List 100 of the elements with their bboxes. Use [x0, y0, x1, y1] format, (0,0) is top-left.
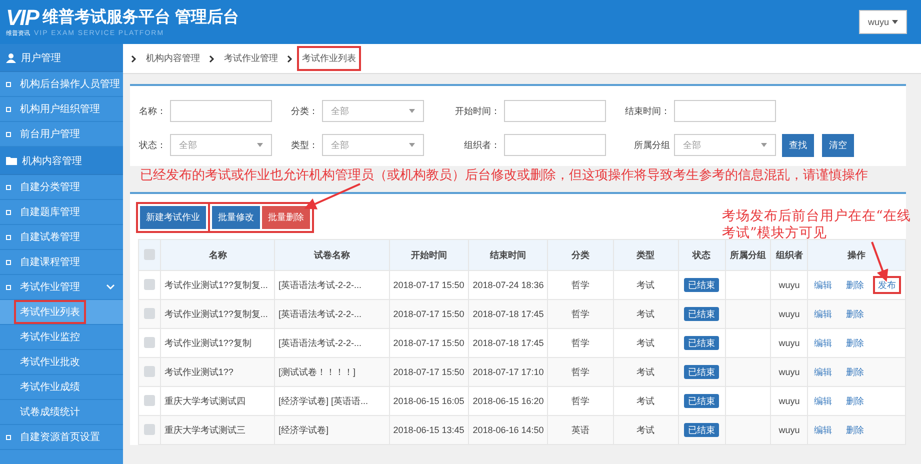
column-header: 分类: [548, 240, 614, 270]
status-badge: 已结束: [684, 278, 720, 292]
item-label: 前台用户管理: [20, 128, 80, 141]
filter-button[interactable]: 清空: [822, 134, 854, 156]
sidebar-item[interactable]: 自建题库管理: [0, 200, 123, 225]
caret-icon: [409, 109, 415, 113]
filter-input[interactable]: [674, 100, 776, 122]
toolbar-button[interactable]: 新建考试作业: [140, 206, 206, 229]
checkbox[interactable]: [144, 366, 156, 376]
sidebar-item[interactable]: 自建资源首页设置: [0, 425, 123, 450]
sidebar-subitem[interactable]: 考试作业批改: [0, 350, 123, 375]
filter-label: 结束时间：: [624, 104, 671, 118]
status-badge: 已结束: [684, 422, 720, 436]
sidebar-subitem[interactable]: 考试作业列表: [0, 300, 123, 325]
item-label: 机构用户组织管理: [20, 102, 100, 116]
caret-icon: [409, 143, 415, 147]
section-label: 用户管理: [21, 52, 61, 64]
sidebar-item[interactable]: 机构用户组织管理: [0, 97, 123, 122]
sidebar-item[interactable]: 机构后台操作人员管理: [0, 72, 123, 97]
column-header: 组织者: [770, 240, 808, 270]
action-link[interactable]: 删除: [843, 422, 868, 436]
caret-icon: [257, 143, 263, 147]
annotation-arrow: [871, 242, 888, 282]
item-label: 自建试卷管理: [20, 230, 80, 244]
filter-label: 状态：: [138, 138, 167, 152]
action-link[interactable]: 编辑: [811, 278, 836, 292]
sidebar-item[interactable]: 自建试卷管理: [0, 225, 123, 250]
section-label: 机构内容管理: [22, 154, 82, 168]
caret-icon: [761, 143, 767, 147]
action-link[interactable]: 编辑: [811, 306, 836, 320]
table-cell: 英语: [548, 416, 614, 444]
checkbox[interactable]: [144, 248, 156, 260]
sidebar-subitem[interactable]: 考试作业监控: [0, 325, 123, 350]
action-link[interactable]: 发布: [875, 278, 900, 292]
filter-select[interactable]: 全部: [170, 134, 272, 156]
filter-input[interactable]: [504, 100, 606, 122]
filter-label: 所属分组: [633, 138, 671, 152]
sidebar-subitem[interactable]: 试卷成绩统计: [0, 400, 123, 425]
folder-icon: [6, 156, 17, 165]
sidebar-subitem[interactable]: 考试作业成绩: [0, 375, 123, 400]
table-cell: 2018-06-15 13:45: [389, 416, 468, 444]
checkbox[interactable]: [144, 308, 156, 318]
action-link[interactable]: 删除: [843, 364, 868, 378]
breadcrumb-link[interactable]: 考试作业管理: [221, 48, 281, 69]
sidebar-section[interactable]: 用户管理: [0, 44, 123, 72]
toolbar-button[interactable]: 批量删除: [262, 206, 310, 229]
item-label: 自建课程管理: [20, 256, 80, 269]
bullet-icon: [6, 210, 11, 214]
user-icon: [6, 52, 16, 62]
status-badge: 已结束: [684, 306, 720, 320]
action-link[interactable]: 删除: [843, 336, 868, 350]
annotation-note: 考场发布后前台用户在在“在线考试”模块方可见: [722, 208, 912, 242]
filter-select[interactable]: 全部: [322, 100, 424, 122]
checkbox[interactable]: [144, 336, 156, 348]
bullet-icon: [6, 184, 11, 190]
bullet-icon: [6, 260, 11, 264]
filter-label: 类型：: [290, 138, 319, 152]
action-link[interactable]: 删除: [843, 306, 868, 320]
chevron-right-icon: [287, 54, 293, 62]
bullet-icon: [6, 434, 11, 440]
filter-input[interactable]: [170, 100, 272, 122]
filter-select[interactable]: 全部: [674, 134, 776, 156]
toolbar-button[interactable]: 批量修改: [212, 206, 260, 229]
action-link[interactable]: 编辑: [811, 364, 836, 378]
checkbox[interactable]: [144, 278, 156, 290]
action-link[interactable]: 编辑: [811, 336, 836, 350]
column-header: 试卷名称: [274, 240, 390, 270]
column-header: 结束时间: [468, 240, 548, 270]
bullet-icon: [6, 106, 11, 112]
status-badge: 已结束: [684, 336, 720, 350]
item-label: 考试作业管理: [20, 280, 80, 294]
logo-mark: VIP: [6, 7, 38, 29]
item-label: 自建题库管理: [20, 206, 80, 219]
caret-icon: [892, 20, 898, 24]
filter-label: 分类：: [290, 104, 319, 118]
bullet-icon: [6, 82, 11, 86]
breadcrumb-link[interactable]: 考试作业列表: [299, 48, 359, 69]
annotation-note: 已经发布的考试或作业也允许机构管理员（或机构教员）后台修改或删除，但这项操作将导致考生参考的信息混乱，请谨慎操作: [140, 167, 868, 184]
item-label: 机构后台操作人员管理: [20, 78, 120, 91]
sidebar-item[interactable]: 自建课程管理: [0, 250, 123, 275]
action-link[interactable]: 删除: [843, 394, 868, 408]
filter-input[interactable]: [504, 134, 606, 156]
bullet-icon: [6, 132, 11, 136]
sidebar-section[interactable]: 机构内容管理: [0, 147, 123, 175]
action-link[interactable]: 编辑: [811, 394, 836, 408]
checkbox[interactable]: [144, 424, 156, 434]
chevron-right-icon: [209, 54, 215, 62]
filter-label: 名称：: [138, 104, 167, 118]
filter-select[interactable]: 全部: [322, 134, 424, 156]
table-cell: 考试: [613, 416, 678, 444]
action-link[interactable]: 删除: [843, 278, 868, 292]
app-title: 维普考试服务平台 管理后台: [42, 10, 239, 26]
table-cell: 重庆大学考试测试三: [160, 416, 275, 444]
sidebar-item[interactable]: 自建分类管理: [0, 175, 123, 200]
filter-button[interactable]: 查找: [782, 134, 814, 156]
column-header: 操作: [808, 240, 906, 270]
checkbox[interactable]: [144, 394, 156, 406]
action-link[interactable]: 编辑: [811, 422, 836, 436]
user-menu-button[interactable]: wuyu: [858, 10, 907, 34]
breadcrumb-link[interactable]: 机构内容管理: [143, 48, 203, 69]
